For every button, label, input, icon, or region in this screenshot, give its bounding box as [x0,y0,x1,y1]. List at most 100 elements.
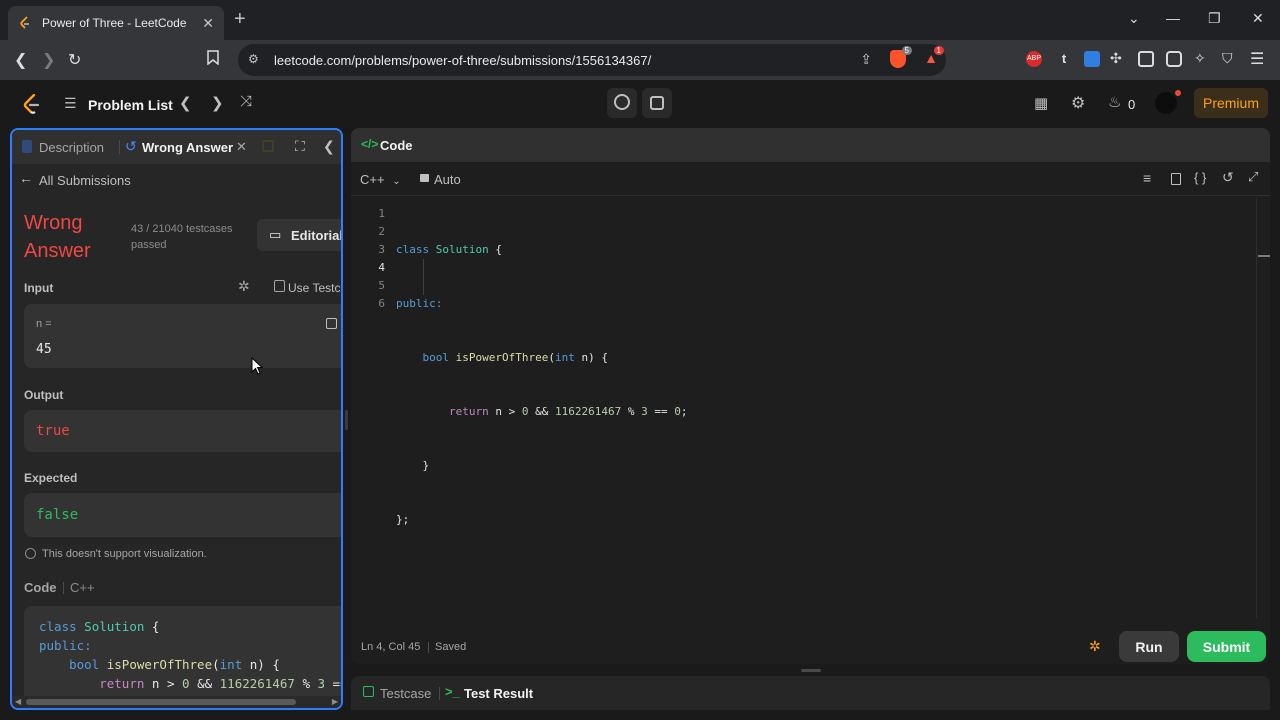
tab-testcase[interactable]: Testcase [380,686,431,701]
close-tab-icon[interactable]: ✕ [236,139,247,155]
editorial-button[interactable]: ▭ Editorial [257,219,341,251]
timer-button[interactable] [607,88,637,118]
editor-scrollbar-track[interactable] [1256,198,1257,618]
shuffle-icon[interactable]: ⤨ [240,93,252,110]
tab-test-result[interactable]: Test Result [464,686,533,701]
use-testcase-icon[interactable] [274,280,285,292]
note-icon [650,96,664,110]
back-icon[interactable]: ❮ [14,50,27,70]
address-bar[interactable]: ⚙ leetcode.com/problems/power-of-three/s… [238,44,946,76]
new-tab-icon[interactable]: + [234,8,246,31]
problem-list-icon[interactable]: ☰ [64,95,77,112]
cursor-position: Ln 4, Col 45 [361,641,421,653]
result-title-line2: Answer [24,240,91,262]
bookmark-icon[interactable] [207,50,219,70]
code-line: class Solution { [39,619,160,634]
code-icon: </> [361,137,379,151]
premium-button[interactable]: Premium [1194,88,1268,118]
wallet-icon[interactable] [1166,51,1182,67]
history-icon: ↺ [125,138,137,154]
code-line: return n > 0 && 1162261467 % 3 == [99,676,341,691]
tab-title: Power of Three - LeetCode [42,16,187,30]
url-text: leetcode.com/problems/power-of-three/sub… [274,52,652,68]
lock-icon [420,174,429,182]
restore-icon[interactable]: ❐ [1208,10,1221,27]
brave-rewards-icon[interactable]: ▲ 1 [924,46,944,66]
code-panel: </> Code C++ ⌄ Auto ≡ { } ↺ ⤢ 1 2 3 4 5 … [351,128,1270,664]
vpn-shield-icon[interactable]: ⛉ [1222,50,1238,66]
editor-scrollbar-marker [1258,255,1270,257]
status-divider [428,642,429,653]
fullscreen-icon[interactable]: ⛶ [295,138,305,155]
minimize-icon[interactable]: — [1166,10,1180,26]
submit-button[interactable]: Submit [1187,631,1266,662]
code-line: bool isPowerOfThree(int n) { [69,657,280,672]
code-language: C++ [70,580,95,595]
scroll-right-icon[interactable]: ▶ [332,697,338,706]
browser-tab-bar: Power of Three - LeetCode ✕ + ⌄ — ❐ ✕ [0,0,1280,40]
leo-ai-icon[interactable]: ✧ [1194,50,1210,66]
code-tab-title[interactable]: Code [380,138,413,153]
horizontal-resize-handle[interactable] [345,410,348,430]
scrollbar-thumb[interactable] [26,699,296,705]
brave-badge: 5 [901,46,912,55]
avatar[interactable] [1155,90,1181,114]
reload-icon[interactable]: ↻ [68,50,81,70]
run-button[interactable]: Run [1119,631,1179,662]
bottom-panel: Testcase >_ Test Result [351,676,1270,710]
tab-search-icon[interactable]: ⌄ [1128,10,1140,27]
left-panel: Description ↺ Wrong Answer ✕ ⛶ ❮ ← All S… [10,128,343,710]
vertical-resize-handle[interactable] [801,669,821,672]
debugger-icon[interactable]: ✲ [1089,638,1101,655]
sidebar-icon[interactable] [1138,51,1154,67]
problem-list-link[interactable]: Problem List [88,97,173,113]
editorial-tab-icon[interactable] [262,140,274,152]
copy-icon[interactable] [326,318,337,329]
editor-line: class Solution { [396,243,502,256]
notes-button[interactable] [642,88,672,118]
language-select[interactable]: C++ ⌄ [360,172,401,187]
tab-description[interactable]: Description [39,140,104,155]
tab-close-icon[interactable]: ✕ [202,15,214,32]
all-submissions-link[interactable]: All Submissions [39,173,131,188]
settings-gear-icon[interactable]: ⚙ [1071,93,1085,113]
use-testcase-button[interactable]: Use Testcas [288,281,341,295]
reset-icon[interactable]: ↺ [1222,169,1234,186]
expected-label: Expected [24,471,78,485]
flag-extension-icon[interactable] [1084,51,1100,67]
testcases-count: 43 / 21040 testcases [131,223,233,235]
bookmark-code-icon[interactable] [1171,173,1181,185]
debug-bug-icon[interactable]: ✲ [238,278,250,295]
next-problem-icon[interactable]: ❯ [211,94,224,112]
leetcode-logo-icon[interactable] [22,93,40,119]
indent-guide [423,259,424,295]
code-editor[interactable]: class Solution { public: bool isPowerOfT… [396,205,1256,565]
back-arrow-icon[interactable]: ← [19,170,33,186]
format-icon[interactable]: ≡ [1143,170,1151,186]
brave-shield-icon[interactable]: 5 [890,46,912,68]
scroll-left-icon[interactable]: ◀ [15,697,21,706]
tab-wrong-answer[interactable]: Wrong Answer [142,140,233,155]
horizontal-scrollbar[interactable]: ◀ ▶ [12,696,341,708]
editor-line: bool isPowerOfThree(int n) { [422,351,608,364]
t-extension-icon[interactable]: t [1056,51,1072,67]
browser-menu-icon[interactable]: ☰ [1250,49,1266,68]
auto-mode[interactable]: Auto [434,172,461,187]
line-number: 3 [378,243,385,256]
book-icon: ▭ [269,227,282,242]
prev-problem-icon[interactable]: ❮ [179,94,192,112]
braces-icon[interactable]: { } [1194,170,1206,185]
input-var-value: 45 [36,342,52,357]
expand-icon[interactable]: ⤢ [1248,169,1258,185]
site-info-icon[interactable]: ⚙ [248,52,259,66]
extensions-puzzle-icon[interactable]: ✣ [1110,50,1126,66]
input-var-name: n = [36,318,52,330]
browser-tab[interactable]: Power of Three - LeetCode ✕ [8,6,224,40]
collapse-panel-icon[interactable]: ❮ [323,138,335,155]
adblock-extension-icon[interactable]: ABP [1026,51,1042,67]
share-icon[interactable]: ⇪ [860,51,872,68]
streak-fire-icon[interactable]: ♨ [1108,93,1121,111]
forward-icon[interactable]: ❯ [42,50,55,70]
layout-grid-icon[interactable]: ▦ [1034,94,1048,112]
window-close-icon[interactable]: ✕ [1252,10,1264,27]
